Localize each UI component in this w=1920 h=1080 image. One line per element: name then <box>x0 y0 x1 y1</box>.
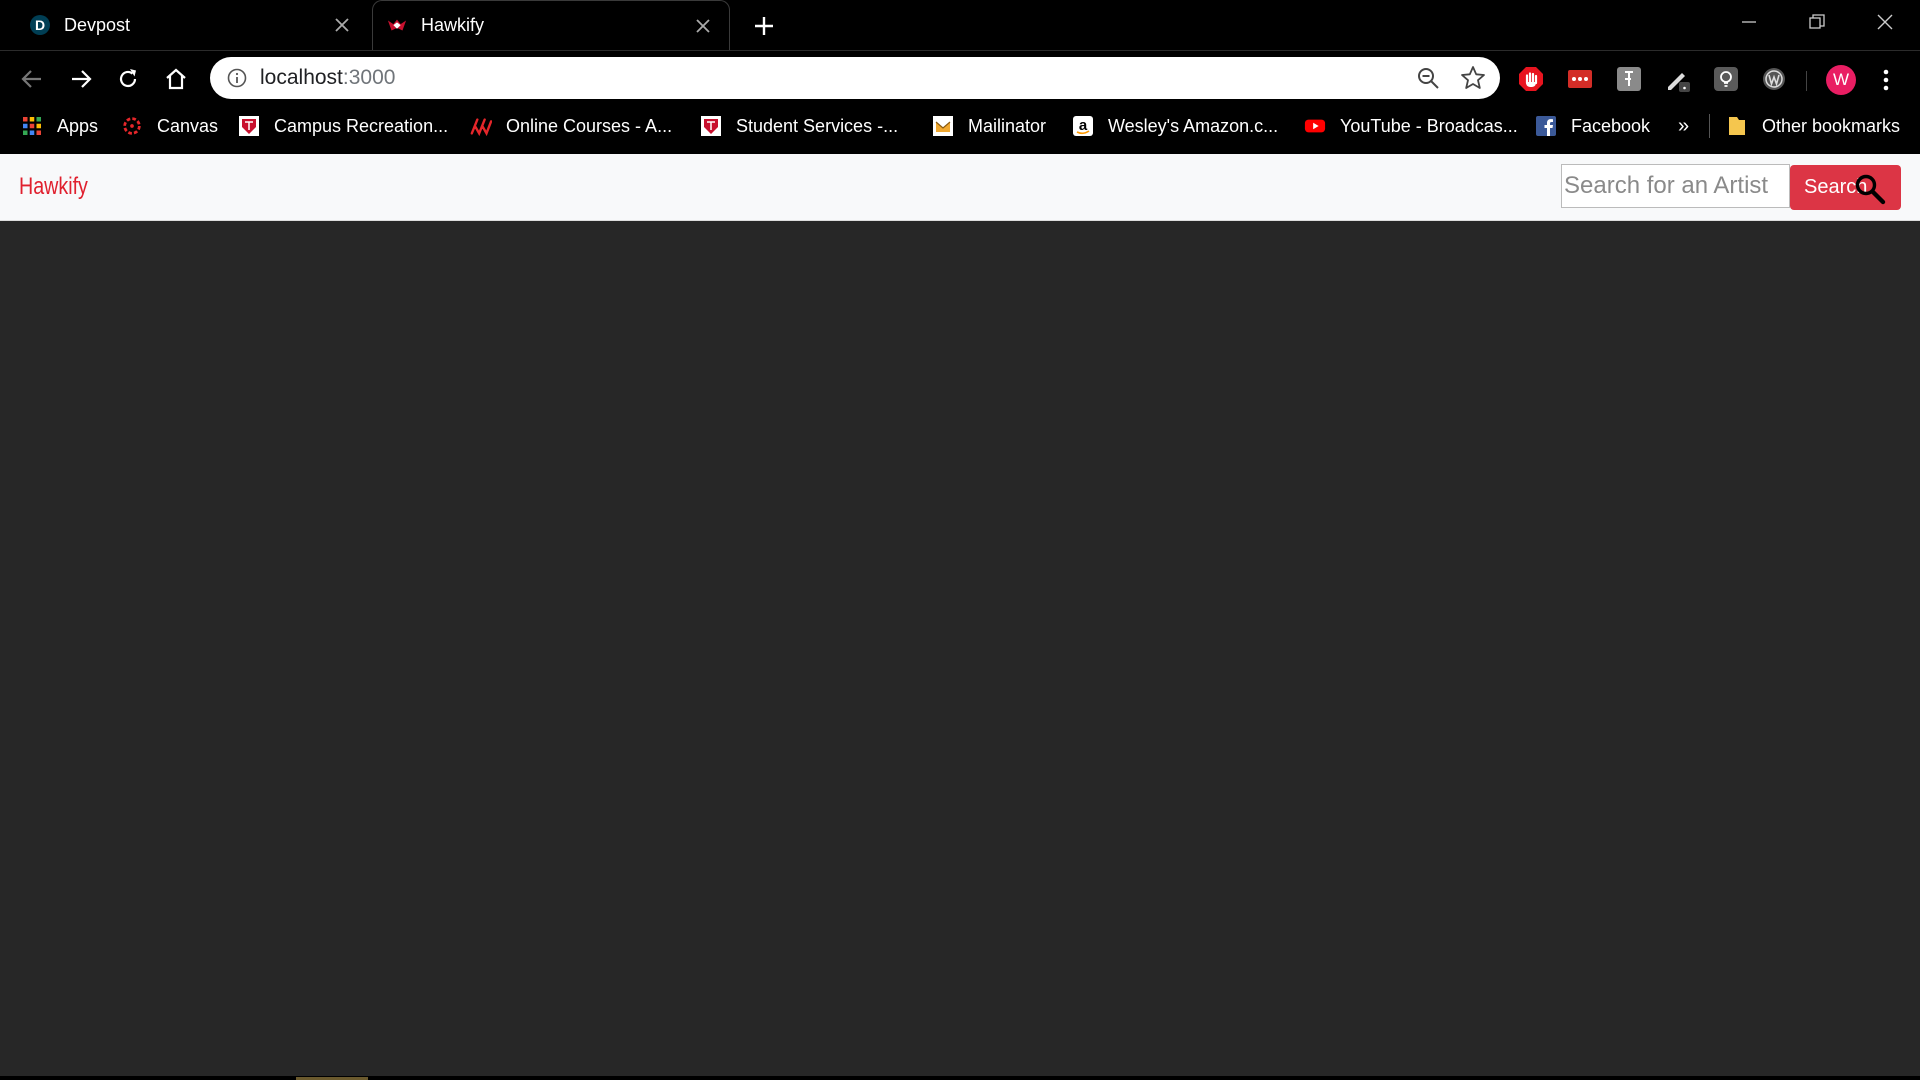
bookmark-label: Facebook <box>1571 115 1651 136</box>
close-window-button[interactable] <box>1851 0 1919 44</box>
bookmarks-bar: Apps Canvas Campus Recreation... Online … <box>0 106 1920 154</box>
toolbar-divider <box>1806 71 1807 91</box>
devpost-icon: D <box>30 15 50 35</box>
svg-text:a: a <box>1079 117 1088 134</box>
tab-title: Devpost <box>64 14 131 35</box>
url-text: localhost:3000 <box>260 66 395 90</box>
zoom-icon[interactable] <box>1416 66 1440 90</box>
bookmark-student-services[interactable]: Student Services -... <box>700 106 898 146</box>
bookmark-apps[interactable]: Apps <box>21 106 98 146</box>
site-info-icon[interactable] <box>226 67 248 89</box>
new-tab-button[interactable] <box>750 12 778 40</box>
taskbar-edge <box>0 1076 1920 1080</box>
campus-recreation-icon <box>238 115 260 137</box>
search-button[interactable]: Search <box>1790 165 1901 210</box>
url-port: :3000 <box>342 66 396 89</box>
close-icon[interactable] <box>330 13 354 37</box>
reload-button[interactable] <box>113 64 143 94</box>
bookmark-label: Student Services -... <box>736 115 899 136</box>
browser-toolbar: localhost:3000 W <box>0 50 1920 106</box>
bookmark-canvas[interactable]: Canvas <box>121 106 218 146</box>
address-bar[interactable]: localhost:3000 <box>210 57 1500 99</box>
home-button[interactable] <box>161 64 191 94</box>
search-icon <box>1855 174 1886 205</box>
youtube-icon <box>1304 115 1326 137</box>
bookmark-label: YouTube - Broadcas... <box>1340 115 1518 136</box>
tab-devpost[interactable]: D Devpost <box>16 0 368 50</box>
bookmark-label: Other bookmarks <box>1762 115 1901 136</box>
artist-search-input[interactable] <box>1561 164 1790 208</box>
bookmark-label: Online Courses - A... <box>506 115 673 136</box>
wordtune-extension-icon[interactable] <box>1761 66 1787 92</box>
bookmark-label: Canvas <box>157 115 219 136</box>
bookmark-mailinator[interactable]: Mailinator <box>932 106 1046 146</box>
bookmark-online-courses[interactable]: Online Courses - A... <box>470 106 672 146</box>
adblock-extension-icon[interactable] <box>1518 66 1544 92</box>
bookmark-star-icon[interactable] <box>1460 65 1486 91</box>
pen-extension-icon[interactable] <box>1665 66 1691 92</box>
facebook-icon <box>1535 115 1557 137</box>
bookmark-label: Mailinator <box>968 115 1047 136</box>
tab-hawkify[interactable]: Hawkify <box>372 0 730 50</box>
browser-tab-strip: D Devpost Hawkify <box>0 0 1920 50</box>
lastpass-extension-icon[interactable] <box>1567 66 1593 92</box>
online-courses-icon <box>470 115 492 137</box>
bookmark-campus-recreation[interactable]: Campus Recreation... <box>238 106 448 146</box>
browser-menu-icon[interactable] <box>1874 65 1898 95</box>
app-navbar: Hawkify Search <box>0 154 1920 221</box>
profile-avatar[interactable]: W <box>1826 65 1856 95</box>
restore-button[interactable] <box>1783 0 1851 44</box>
bookmarks-divider <box>1709 114 1710 138</box>
bookmarks-overflow-button[interactable]: » <box>1678 106 1689 146</box>
close-icon[interactable] <box>691 14 715 38</box>
lightbulb-extension-icon[interactable] <box>1713 66 1739 92</box>
folder-icon <box>1726 115 1748 137</box>
page-content: Hawkify Search <box>0 154 1920 1080</box>
back-button[interactable] <box>17 64 47 94</box>
apps-grid-icon <box>21 115 43 137</box>
font-extension-icon[interactable] <box>1616 66 1642 92</box>
bookmark-label: Apps <box>57 115 99 136</box>
hawkify-favicon-icon <box>387 16 407 36</box>
bookmark-label: Wesley's Amazon.c... <box>1108 115 1279 136</box>
canvas-icon <box>121 115 143 137</box>
other-bookmarks-folder[interactable]: Other bookmarks <box>1726 106 1900 146</box>
bookmark-facebook[interactable]: Facebook <box>1535 106 1650 146</box>
bookmark-amazon[interactable]: a Wesley's Amazon.c... <box>1072 106 1278 146</box>
bookmark-label: Campus Recreation... <box>274 115 449 136</box>
tab-title: Hawkify <box>421 15 485 35</box>
url-host: localhost <box>260 66 343 89</box>
student-services-icon <box>700 115 722 137</box>
bookmark-youtube[interactable]: YouTube - Broadcas... <box>1304 106 1518 146</box>
minimize-button[interactable] <box>1715 0 1783 44</box>
forward-button[interactable] <box>66 64 96 94</box>
amazon-icon: a <box>1072 115 1094 137</box>
brand-logo[interactable]: Hawkify <box>19 173 88 201</box>
mailinator-icon <box>932 115 954 137</box>
